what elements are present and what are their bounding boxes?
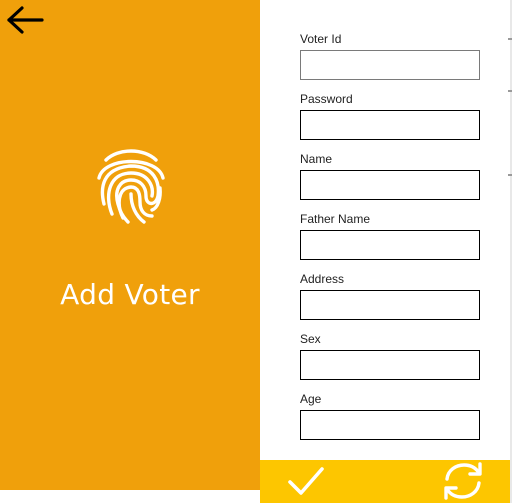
sex-label: Sex bbox=[300, 332, 321, 346]
edge-mark bbox=[508, 174, 512, 176]
name-label: Name bbox=[300, 152, 333, 166]
password-label: Password bbox=[300, 92, 353, 106]
bottom-strip bbox=[0, 490, 260, 503]
voter-id-input[interactable] bbox=[300, 50, 480, 80]
father-name-input[interactable] bbox=[300, 230, 480, 260]
password-input[interactable] bbox=[300, 110, 480, 140]
fingerprint-icon bbox=[97, 149, 165, 224]
age-input[interactable] bbox=[300, 410, 480, 440]
address-label: Address bbox=[300, 272, 345, 286]
confirm-button[interactable] bbox=[284, 462, 328, 500]
brand-panel: Add Voter bbox=[0, 0, 260, 503]
father-name-label: Father Name bbox=[300, 212, 371, 226]
sex-input[interactable] bbox=[300, 350, 480, 380]
refresh-icon bbox=[444, 462, 482, 500]
add-voter-screen: Add Voter Voter Id Password Name Father … bbox=[0, 0, 512, 503]
name-input[interactable] bbox=[300, 170, 480, 200]
refresh-button[interactable] bbox=[438, 460, 488, 502]
age-label: Age bbox=[300, 392, 322, 406]
back-button[interactable] bbox=[4, 4, 44, 36]
arrow-left-icon bbox=[7, 6, 44, 34]
page-title: Add Voter bbox=[60, 278, 200, 311]
voter-id-label: Voter Id bbox=[300, 32, 342, 46]
address-input[interactable] bbox=[300, 290, 480, 320]
edge-mark bbox=[508, 38, 512, 40]
checkmark-icon bbox=[288, 467, 324, 495]
edge-mark bbox=[508, 90, 512, 92]
